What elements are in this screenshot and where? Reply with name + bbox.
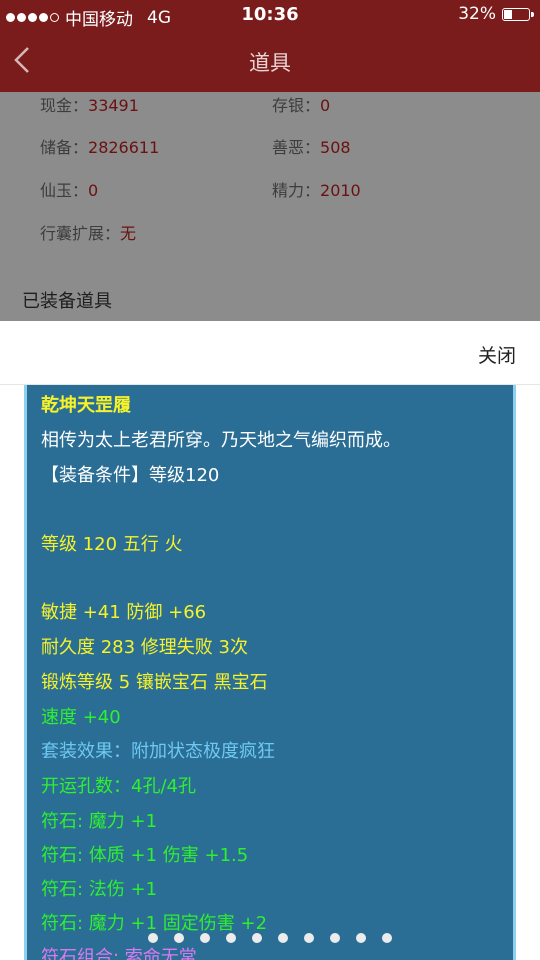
page-dot[interactable]: [356, 933, 366, 943]
stat-reserve: 储备：2826611: [40, 138, 160, 157]
item-detail-card[interactable]: 乾坤天罡履 相传为太上老君所穿。乃天地之气编织而成。 【装备条件】等级120 等…: [24, 385, 516, 960]
page-dot[interactable]: [382, 933, 392, 943]
page-dot[interactable]: [226, 933, 236, 943]
rune-combo: 符石组合: 索命无常: [41, 947, 197, 960]
page-dot[interactable]: [200, 933, 210, 943]
stat-savings: 存银：0: [272, 96, 331, 115]
status-bar: 中国移动 4G 10:36 32%: [0, 0, 540, 32]
stat-karma: 善恶：508: [272, 138, 351, 157]
page-dot[interactable]: [330, 933, 340, 943]
page-dot[interactable]: [148, 933, 158, 943]
item-durability: 耐久度 283 修理失败 3次: [41, 637, 248, 658]
stat-jade: 仙玉：0: [40, 181, 99, 200]
equipped-section-title: 已装备道具: [22, 291, 112, 312]
item-forge-level: 锻炼等级 5 镶嵌宝石 黑宝石: [41, 672, 268, 693]
page-dot[interactable]: [278, 933, 288, 943]
stat-bag-expansion: 行囊扩展：无: [40, 224, 137, 243]
popup-body: 乾坤天罡履 相传为太上老君所穿。乃天地之气编织而成。 【装备条件】等级120 等…: [0, 385, 540, 960]
stat-energy: 精力：2010: [272, 181, 361, 200]
inventory-stats: 现金：33491 存银：0 储备：2826611 善恶：508 仙玉：0 精力：…: [0, 92, 540, 321]
item-level-element: 等级 120 五行 火: [41, 534, 183, 555]
item-stats-main: 敏捷 +41 防御 +66: [41, 602, 207, 623]
rune-2: 符石: 体质 +1 伤害 +1.5: [41, 845, 249, 866]
item-name: 乾坤天罡履: [41, 395, 131, 416]
rune-1: 符石: 魔力 +1: [41, 811, 158, 832]
rune-4: 符石: 魔力 +1 固定伤害 +2: [41, 913, 268, 934]
page-dot[interactable]: [304, 933, 314, 943]
item-set-effect: 套装效果：附加状态极度疯狂: [41, 741, 275, 762]
page-dot[interactable]: [174, 933, 184, 943]
status-right: 32%: [458, 4, 534, 24]
page-indicator: [0, 933, 540, 943]
rune-3: 符石: 法伤 +1: [41, 879, 158, 900]
page-title: 道具: [249, 51, 291, 75]
close-button[interactable]: 关闭: [478, 341, 516, 368]
top-bar: 中国移动 4G 10:36 32% 道具: [0, 0, 540, 92]
equip-requirement: 【装备条件】等级120: [41, 465, 220, 486]
stat-cash: 现金：33491: [40, 96, 139, 115]
popup-header: 关闭: [0, 321, 540, 385]
battery-icon: [502, 7, 534, 21]
item-description: 相传为太上老君所穿。乃天地之气编织而成。: [41, 430, 401, 451]
item-holes: 开运孔数：4孔/4孔: [41, 776, 196, 797]
item-speed: 速度 +40: [41, 707, 121, 728]
battery-percent: 32%: [458, 4, 496, 24]
page-dot[interactable]: [252, 933, 262, 943]
